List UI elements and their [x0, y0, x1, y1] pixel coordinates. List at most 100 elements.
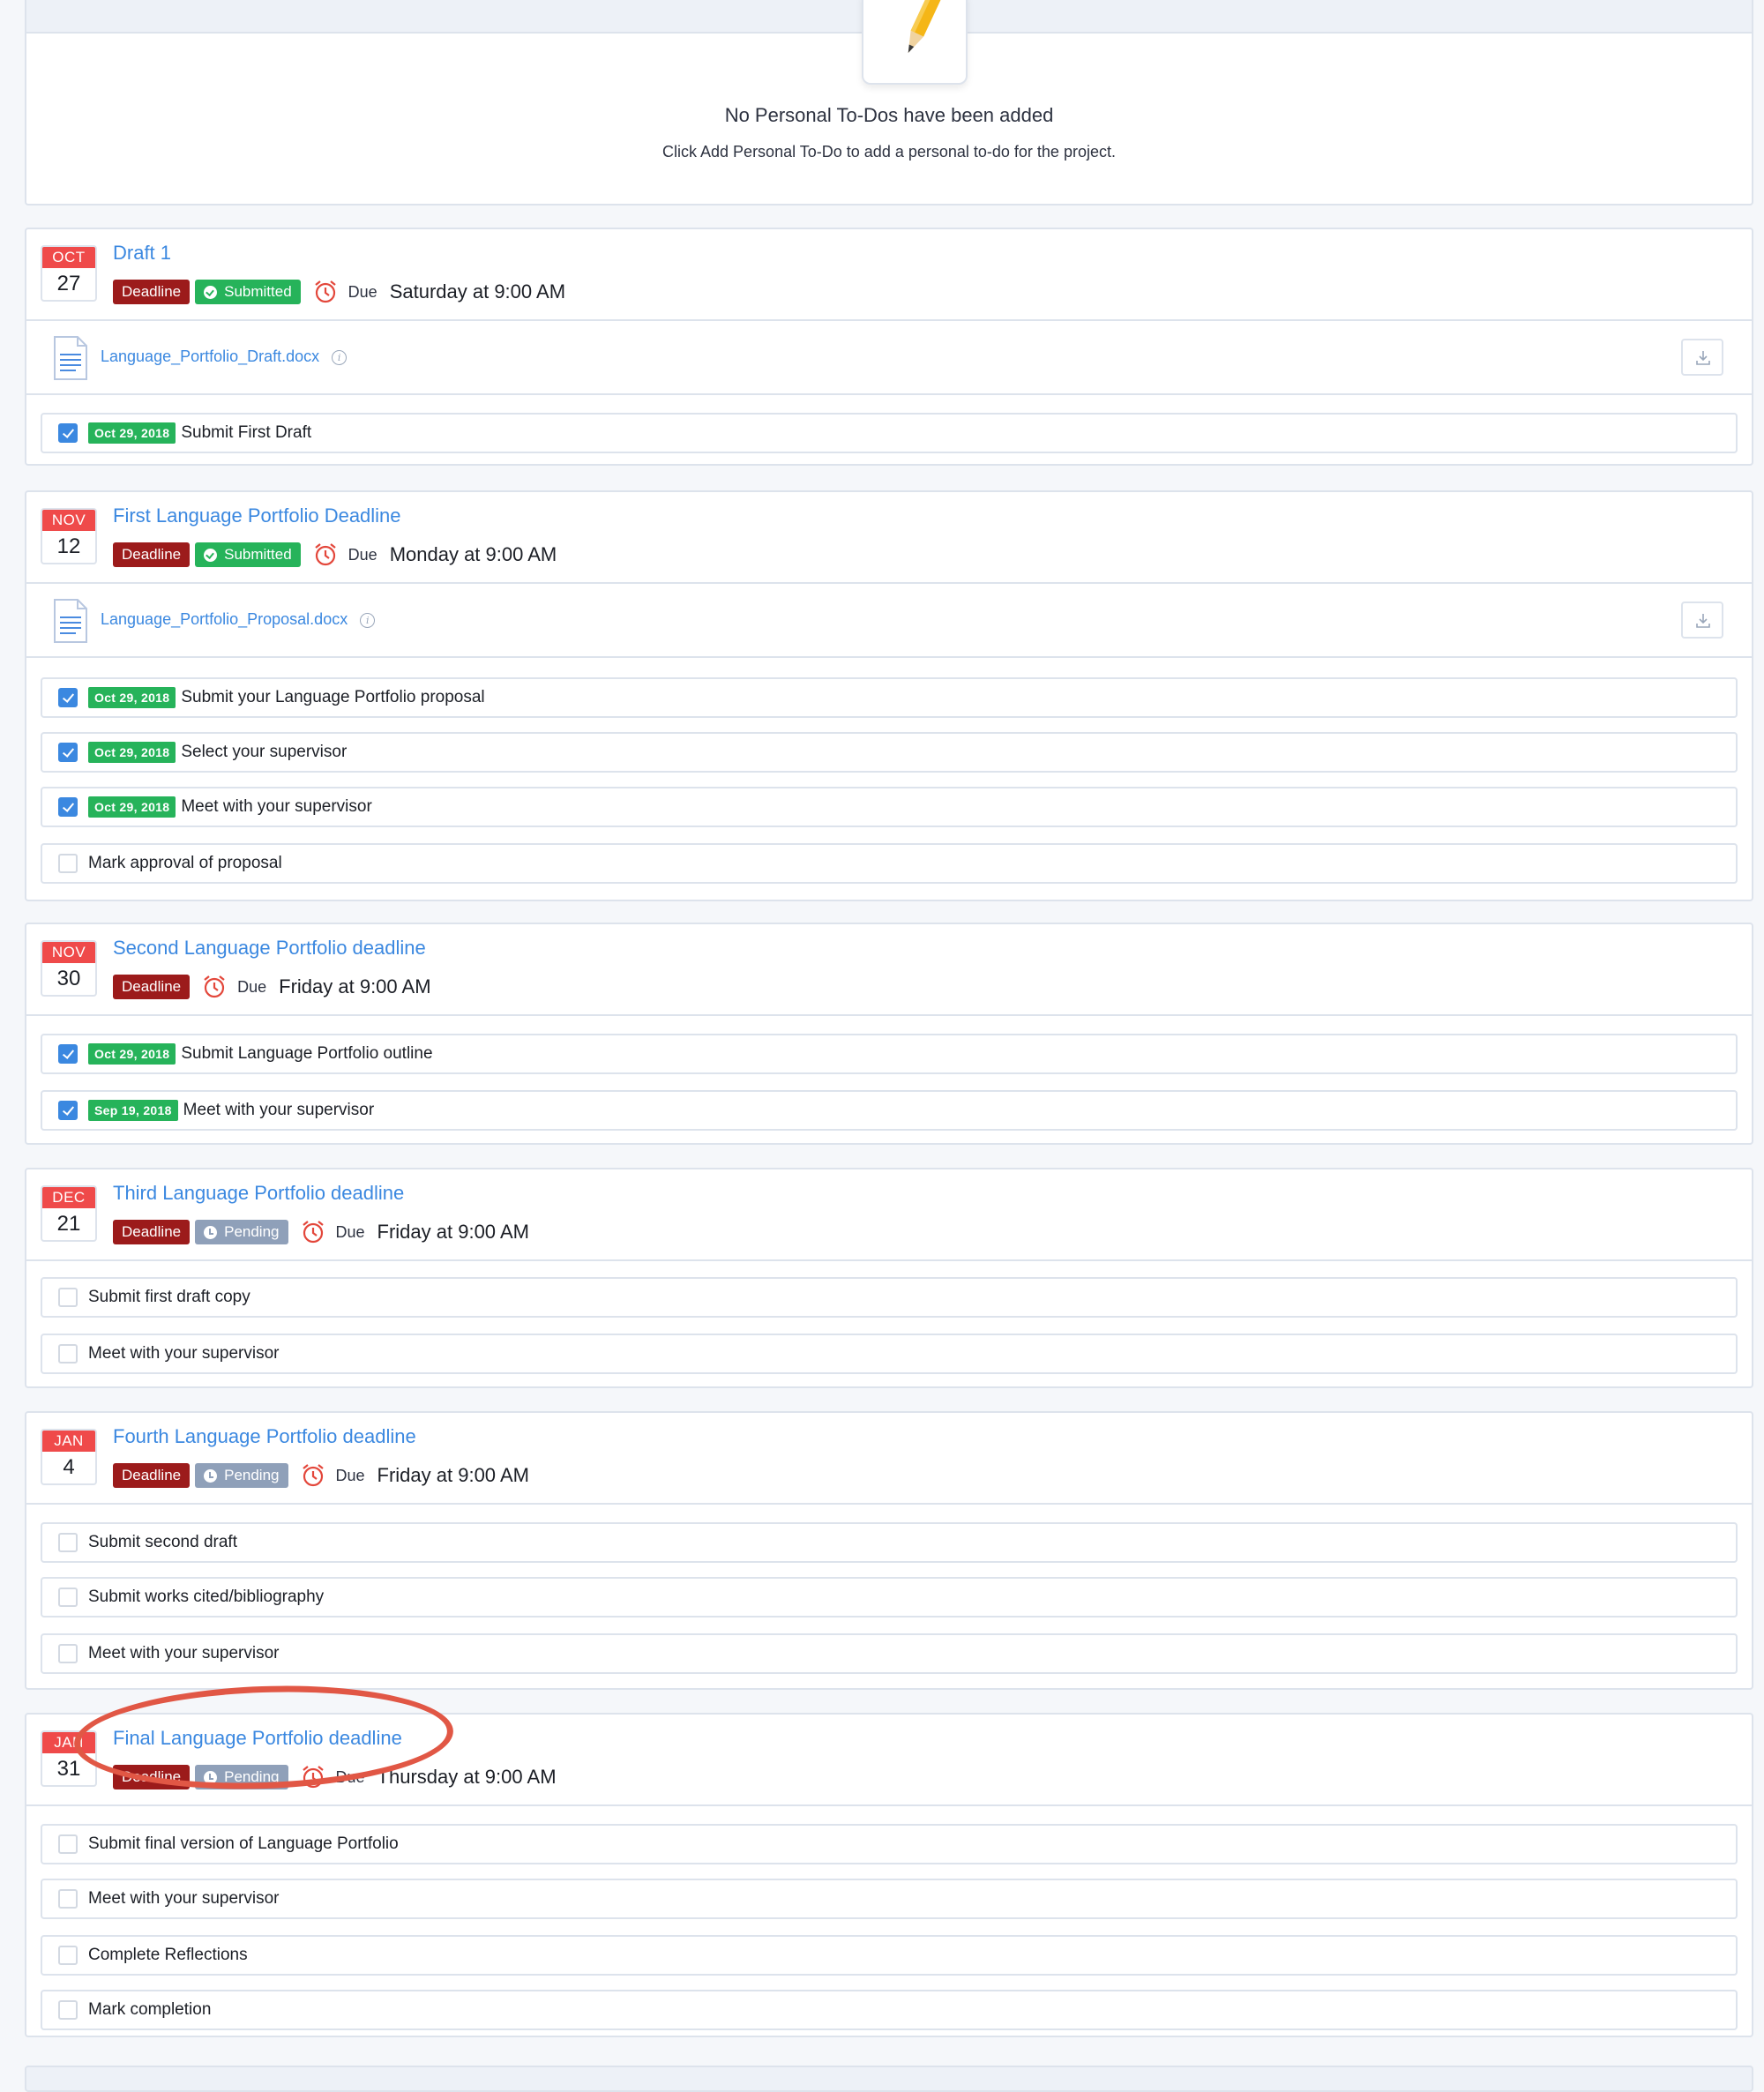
event-header: NOV 30 Second Language Portfolio deadlin…	[26, 924, 1752, 1016]
event-title-link[interactable]: Third Language Portfolio deadline	[113, 1182, 404, 1205]
task-checkbox[interactable]	[58, 1288, 78, 1307]
task-item[interactable]: Mark approval of proposal	[41, 843, 1738, 884]
task-label: Complete Reflections	[88, 1946, 248, 1964]
due-label: Due	[335, 1767, 365, 1786]
task-item[interactable]: Sep 19, 2018 Meet with your supervisor	[41, 1090, 1738, 1131]
pencil-icon	[862, 0, 968, 85]
task-checkbox[interactable]	[58, 1946, 78, 1965]
task-checkbox[interactable]	[58, 1644, 78, 1663]
task-checkbox[interactable]	[58, 854, 78, 873]
event-badges: Deadline Pending Due Friday at 9:00 AM	[113, 1462, 529, 1489]
task-item[interactable]: Oct 29, 2018 Select your supervisor	[41, 732, 1738, 773]
task-item[interactable]: Submit works cited/bibliography	[41, 1577, 1738, 1618]
task-item[interactable]: Meet with your supervisor	[41, 1334, 1738, 1374]
attachment-filename: Language_Portfolio_Proposal.docx	[101, 610, 348, 628]
completed-date-chip: Oct 29, 2018	[88, 422, 176, 444]
clock-icon	[204, 1770, 218, 1784]
task-checkbox[interactable]	[58, 1834, 78, 1854]
empty-state-title: No Personal To-Dos have been added	[724, 104, 1054, 126]
event-badges: Deadline Pending Due Thursday at 9:00 AM	[113, 1764, 557, 1790]
due-datetime: Thursday at 9:00 AM	[377, 1766, 557, 1788]
due-label: Due	[348, 282, 377, 301]
calendar-month: OCT	[42, 247, 95, 268]
task-checkbox[interactable]	[58, 797, 78, 817]
due-datetime: Friday at 9:00 AM	[377, 1221, 529, 1243]
info-icon[interactable]: i	[360, 612, 376, 628]
task-checkbox[interactable]	[58, 2000, 78, 2020]
task-item[interactable]: Mark completion	[41, 1990, 1738, 2030]
attachment-row: Language_Portfolio_Proposal.docx i	[26, 584, 1752, 658]
task-checkbox[interactable]	[58, 1101, 78, 1120]
alarm-clock-icon	[314, 280, 336, 303]
calendar-month: DEC	[42, 1187, 95, 1208]
task-item[interactable]: Oct 29, 2018 Submit Language Portfolio o…	[41, 1034, 1738, 1074]
calendar-date-badge: DEC 21	[41, 1185, 97, 1242]
download-button[interactable]	[1681, 339, 1723, 376]
event-header: JAN 31 Final Language Portfolio deadline…	[26, 1715, 1752, 1806]
task-label: Submit first draft copy	[88, 1288, 250, 1306]
check-circle-icon	[204, 548, 218, 562]
task-checkbox[interactable]	[58, 743, 78, 762]
deadline-badge: Deadline	[113, 542, 191, 567]
event-header: NOV 12 First Language Portfolio Deadline…	[26, 492, 1752, 584]
pending-badge: Pending	[195, 1220, 288, 1244]
download-button[interactable]	[1681, 601, 1723, 639]
event-title-link[interactable]: Final Language Portfolio deadline	[113, 1727, 402, 1750]
task-label: Submit First Draft	[181, 423, 312, 442]
deadline-badge: Deadline	[113, 1220, 191, 1244]
task-checkbox[interactable]	[58, 1889, 78, 1909]
task-item[interactable]: Submit final version of Language Portfol…	[41, 1824, 1738, 1864]
attachment-link[interactable]: Language_Portfolio_Draft.docx i	[101, 347, 348, 366]
due-datetime: Friday at 9:00 AM	[377, 1464, 529, 1486]
completed-date-chip: Oct 29, 2018	[88, 796, 176, 818]
alarm-clock-icon	[204, 975, 225, 998]
task-label: Meet with your supervisor	[183, 1101, 375, 1119]
alarm-clock-icon	[302, 1766, 324, 1789]
calendar-day: 30	[56, 967, 81, 990]
check-circle-icon	[204, 285, 218, 299]
task-label: Submit Language Portfolio outline	[181, 1044, 433, 1063]
task-label: Mark approval of proposal	[88, 854, 282, 872]
submitted-badge: Submitted	[195, 542, 301, 567]
alarm-clock-icon	[302, 1221, 324, 1244]
event-card-final-deadline: JAN 31 Final Language Portfolio deadline…	[25, 1713, 1753, 2037]
task-item[interactable]: Submit first draft copy	[41, 1277, 1738, 1318]
task-item[interactable]: Oct 29, 2018 Submit First Draft	[41, 413, 1738, 453]
task-checkbox[interactable]	[58, 1533, 78, 1552]
task-item[interactable]: Complete Reflections	[41, 1935, 1738, 1976]
task-checkbox[interactable]	[58, 1344, 78, 1364]
calendar-month: NOV	[42, 510, 95, 531]
event-title-link[interactable]: First Language Portfolio Deadline	[113, 504, 401, 527]
event-title-link[interactable]: Second Language Portfolio deadline	[113, 937, 426, 960]
status-label: Submitted	[224, 283, 292, 300]
info-icon[interactable]: i	[332, 349, 348, 365]
task-item[interactable]: Oct 29, 2018 Submit your Language Portfo…	[41, 677, 1738, 718]
task-checkbox[interactable]	[58, 1044, 78, 1064]
deadline-badge: Deadline	[113, 1765, 191, 1789]
event-title-link[interactable]: Draft 1	[113, 242, 171, 265]
attachment-filename: Language_Portfolio_Draft.docx	[101, 347, 320, 365]
next-section-edge	[25, 2066, 1753, 2092]
submitted-badge: Submitted	[195, 280, 301, 304]
task-label: Submit final version of Language Portfol…	[88, 1834, 399, 1853]
event-header: DEC 21 Third Language Portfolio deadline…	[26, 1169, 1752, 1261]
event-card-fourth-deadline: JAN 4 Fourth Language Portfolio deadline…	[25, 1411, 1753, 1690]
due-datetime: Friday at 9:00 AM	[279, 975, 431, 997]
task-item[interactable]: Meet with your supervisor	[41, 1633, 1738, 1674]
calendar-date-badge: JAN 31	[41, 1730, 97, 1787]
task-label: Submit works cited/bibliography	[88, 1588, 325, 1606]
task-item[interactable]: Submit second draft	[41, 1522, 1738, 1563]
download-icon	[1696, 614, 1710, 628]
pending-badge: Pending	[195, 1463, 288, 1488]
task-checkbox[interactable]	[58, 688, 78, 707]
alarm-clock-icon	[302, 1464, 324, 1487]
event-badges: Deadline Submitted Due Saturday at 9:00 …	[113, 279, 565, 305]
task-item[interactable]: Oct 29, 2018 Meet with your supervisor	[41, 787, 1738, 827]
event-card-draft-1: OCT 27 Draft 1 Deadline Submitted Due Sa…	[25, 228, 1753, 466]
attachment-link[interactable]: Language_Portfolio_Proposal.docx i	[101, 610, 376, 629]
task-checkbox[interactable]	[58, 423, 78, 443]
task-checkbox[interactable]	[58, 1588, 78, 1607]
task-item[interactable]: Meet with your supervisor	[41, 1879, 1738, 1919]
event-title-link[interactable]: Fourth Language Portfolio deadline	[113, 1425, 416, 1448]
task-label: Select your supervisor	[181, 743, 348, 761]
